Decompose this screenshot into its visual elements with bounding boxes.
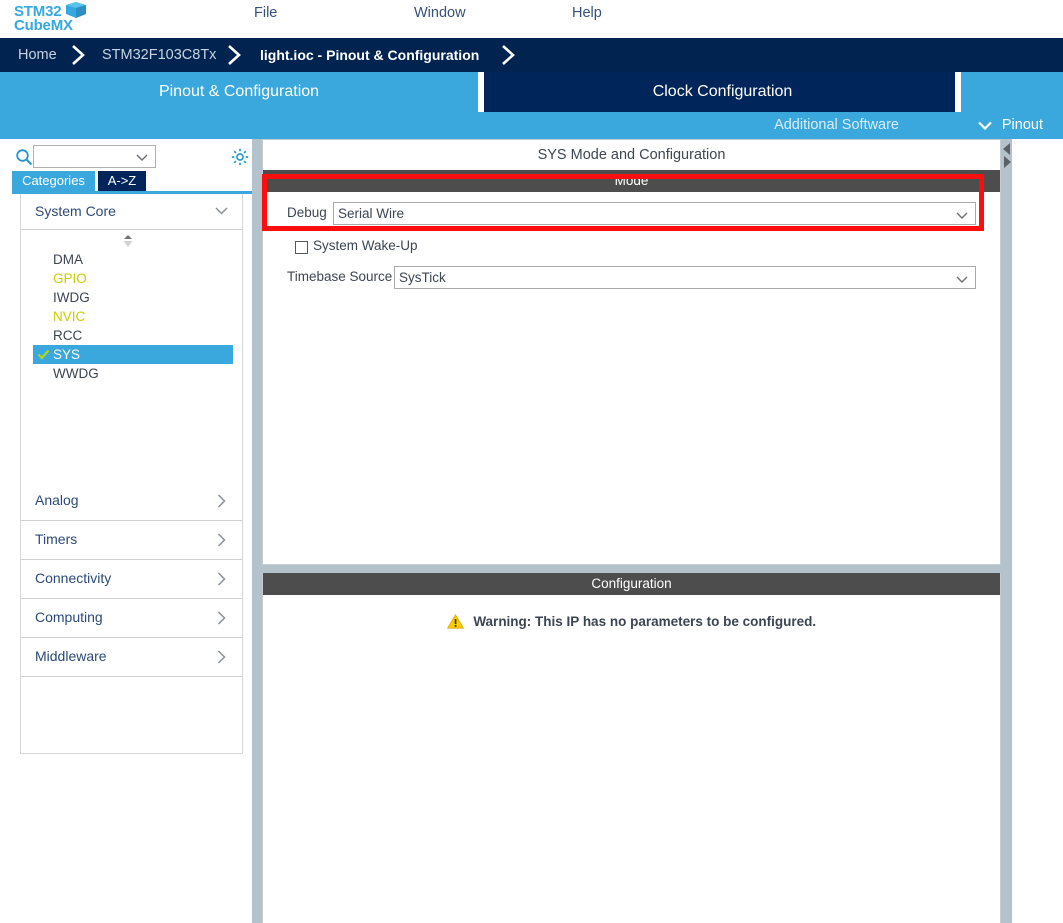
category-label: Timers (35, 531, 78, 547)
tab-clock-configuration[interactable]: Clock Configuration (484, 72, 961, 112)
breadcrumb-device[interactable]: STM32F103C8Tx (102, 38, 216, 72)
mode-panel: SYS Mode and Configuration Mode Debug Se… (262, 139, 1001, 565)
horizontal-splitter[interactable] (262, 565, 1001, 573)
scroll-arrows-icon[interactable] (1000, 142, 1013, 170)
search-row (0, 143, 252, 173)
chevron-down-icon[interactable] (215, 207, 228, 215)
stm32cubemx-logo: STM32 CubeMX (6, 1, 98, 37)
sub-toolbar: Additional Software Pinout (0, 112, 1063, 139)
ip-item-iwdg[interactable]: IWDG (21, 288, 242, 307)
check-icon (37, 349, 50, 360)
search-input[interactable] (33, 145, 156, 168)
pinout-view-selector[interactable]: Pinout (1002, 112, 1043, 139)
vertical-splitter[interactable] (252, 139, 262, 923)
category-label: Computing (35, 609, 103, 625)
timebase-row: Timebase Source SysTick (263, 266, 1000, 290)
category-label: Analog (35, 492, 79, 508)
scroll-up-indicator-icon[interactable] (120, 234, 136, 248)
debug-row: Debug Serial Wire (263, 202, 1000, 226)
tab-overflow-area[interactable] (961, 72, 1063, 112)
menu-file[interactable]: File (254, 2, 277, 24)
breadcrumb: Home STM32F103C8Tx light.ioc - Pinout & … (0, 38, 1063, 72)
timebase-label: Timebase Source (287, 269, 393, 284)
category-system-core[interactable]: System Core (21, 194, 242, 230)
warning-text: Warning: This IP has no parameters to be… (473, 614, 817, 629)
chevron-right-icon[interactable] (217, 494, 226, 508)
chevron-down-icon[interactable] (956, 212, 968, 219)
breadcrumb-home[interactable]: Home (18, 38, 57, 72)
ip-sidebar: Categories A->Z System Core DMA GPIO IWD… (0, 139, 252, 923)
chevron-right-icon[interactable] (217, 650, 226, 664)
chevron-right-icon[interactable] (217, 572, 226, 586)
warning-icon (446, 614, 464, 629)
system-wakeup-label: System Wake-Up (313, 238, 418, 253)
chevron-right-icon[interactable] (217, 533, 226, 547)
system-wakeup-row: System Wake-Up (263, 238, 1000, 258)
ip-item-wwdg[interactable]: WWDG (21, 364, 242, 383)
system-wakeup-checkbox[interactable] (295, 241, 308, 254)
main-tab-bar: Pinout & Configuration Clock Configurati… (0, 72, 1063, 112)
category-timers[interactable]: Timers (21, 521, 242, 560)
chevron-down-icon[interactable] (956, 276, 968, 283)
right-scrollbar[interactable] (1001, 139, 1012, 923)
category-middleware[interactable]: Middleware (21, 638, 242, 677)
breadcrumb-separator-icon (68, 44, 90, 66)
ip-item-sys[interactable]: SYS (33, 345, 233, 364)
ip-item-dma[interactable]: DMA (21, 250, 242, 269)
cube-icon (66, 2, 86, 18)
ip-item-rcc[interactable]: RCC (21, 326, 242, 345)
chevron-right-icon[interactable] (217, 611, 226, 625)
system-core-ip-list: DMA GPIO IWDG NVIC RCC SYS WWDG (21, 250, 242, 383)
tab-categories[interactable]: Categories (12, 171, 95, 191)
category-label: System Core (35, 203, 116, 219)
menu-help[interactable]: Help (572, 2, 602, 24)
gear-icon[interactable] (231, 148, 249, 166)
warning-row: Warning: This IP has no parameters to be… (263, 613, 1000, 635)
configuration-section-header: Configuration (263, 573, 1000, 595)
category-analog[interactable]: Analog (21, 482, 242, 521)
debug-label: Debug (287, 205, 327, 220)
additional-software-button[interactable]: Additional Software (774, 112, 899, 139)
ip-tree-panel: System Core DMA GPIO IWDG NVIC RCC SYS W… (20, 194, 243, 754)
tab-pinout-configuration[interactable]: Pinout & Configuration (0, 72, 478, 112)
mode-section-header: Mode (263, 170, 1000, 192)
breadcrumb-separator-icon-2 (224, 44, 246, 66)
category-label: Middleware (35, 648, 107, 664)
panel-title: SYS Mode and Configuration (263, 140, 1000, 170)
ip-item-gpio[interactable]: GPIO (21, 269, 242, 288)
category-label: Connectivity (35, 570, 112, 586)
debug-select[interactable]: Serial Wire (333, 202, 976, 225)
breadcrumb-separator-icon-3 (498, 44, 520, 66)
menu-window[interactable]: Window (414, 2, 466, 24)
timebase-select[interactable]: SysTick (394, 266, 976, 289)
breadcrumb-current[interactable]: light.ioc - Pinout & Configuration (260, 38, 479, 72)
ip-item-label: SYS (53, 347, 81, 362)
cubemx-window: STM32 CubeMX File Window Help Home STM32… (0, 0, 1063, 923)
category-connectivity[interactable]: Connectivity (21, 560, 242, 599)
chevron-down-icon[interactable] (978, 121, 992, 130)
configuration-panel: Configuration Warning: This IP has no pa… (262, 573, 1001, 923)
menu-bar: STM32 CubeMX File Window Help (0, 0, 1063, 38)
timebase-select-value: SysTick (399, 270, 446, 285)
search-icon[interactable] (15, 148, 33, 166)
chevron-down-icon[interactable] (136, 154, 148, 161)
ip-item-nvic[interactable]: NVIC (21, 307, 242, 326)
tab-a-to-z[interactable]: A->Z (98, 171, 146, 191)
main-content: SYS Mode and Configuration Mode Debug Se… (262, 139, 1001, 923)
sidebar-tabs: Categories A->Z (12, 171, 252, 191)
category-computing[interactable]: Computing (21, 599, 242, 638)
debug-select-value: Serial Wire (338, 206, 405, 221)
